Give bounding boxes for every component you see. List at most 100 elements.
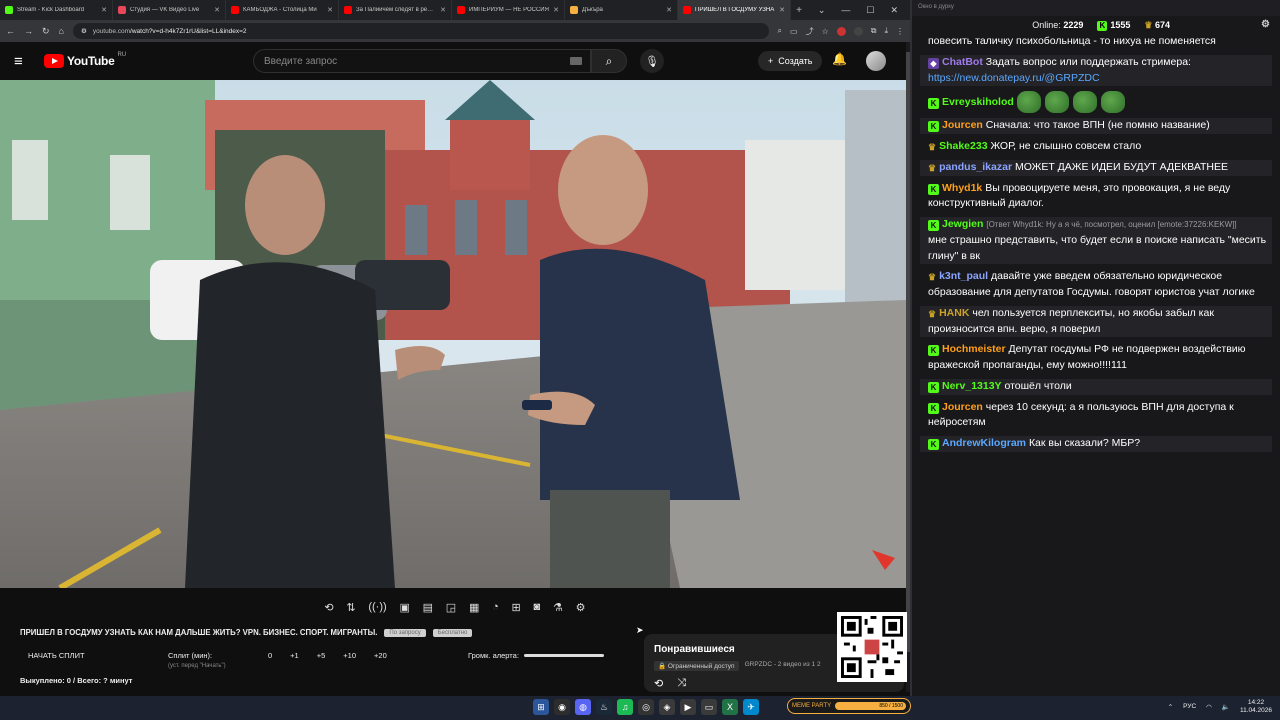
voice-search-button[interactable]: 🎙 <box>640 49 664 73</box>
chat-username[interactable]: Hochmeister <box>942 343 1006 355</box>
chat-username[interactable]: k3nt_paul <box>939 270 988 282</box>
puzzle-icon[interactable]: ⧉ <box>871 26 877 36</box>
share-icon[interactable]: ⤴ <box>806 26 814 37</box>
film-icon[interactable]: ▤ <box>423 601 433 614</box>
chat-messages[interactable]: повесить таличку психобольница - то ниху… <box>920 34 1272 690</box>
tab-close-icon[interactable]: ✕ <box>440 6 446 14</box>
steam-icon[interactable]: ♨ <box>596 699 612 715</box>
watch-later-icon[interactable]: ▣ <box>399 601 409 614</box>
tab-close-icon[interactable]: ✕ <box>779 6 785 14</box>
forward-icon[interactable]: → <box>24 26 33 36</box>
home-icon[interactable]: ⌂ <box>59 26 64 36</box>
tab-close-icon[interactable]: ✕ <box>214 6 220 14</box>
video-app-icon[interactable]: ▶ <box>680 699 696 715</box>
volume-icon[interactable]: 🔈 <box>1222 703 1230 711</box>
star-icon[interactable]: ☆ <box>822 27 829 36</box>
browser-tab[interactable]: ПРИШЕЛ В ГОСДУМУ УЗНА ✕ <box>678 0 791 20</box>
plus-box-icon[interactable]: ⊞ <box>512 601 521 614</box>
free-chip[interactable]: Бесплатно <box>432 628 473 637</box>
chat-username[interactable]: AndrewKilogram <box>942 437 1026 449</box>
loop-playlist-icon[interactable]: ⟲ <box>654 677 663 690</box>
start-split-button[interactable]: НАЧАТЬ СПЛИТ <box>28 651 168 660</box>
subtitles-icon[interactable]: ▦ <box>469 601 479 614</box>
flask-icon[interactable]: ⚗ <box>553 601 563 614</box>
wifi-icon[interactable]: ◠ <box>1206 703 1212 711</box>
url-field[interactable]: ⚙ youtube.com/watch?v=d-h4k7Zr1rU&list=L… <box>72 23 769 39</box>
chat-username[interactable]: HANK <box>939 307 969 319</box>
youtube-logo[interactable]: YouTube RU <box>44 52 126 68</box>
chrome-icon[interactable]: ◉ <box>554 699 570 715</box>
browser-tab[interactable]: КАМБОДЖА - Столица Ми ✕ <box>226 0 339 20</box>
discord-icon[interactable]: ◍ <box>575 699 591 715</box>
obs-icon[interactable]: ◎ <box>638 699 654 715</box>
tab-close-icon[interactable]: ✕ <box>327 6 333 14</box>
browser-tab[interactable]: Студия — VK Видео Live ✕ <box>113 0 226 20</box>
chat-settings-icon[interactable]: ⚙ <box>1261 19 1270 30</box>
site-info-icon[interactable]: ⚙ <box>81 27 87 35</box>
split-value-button[interactable]: 0 <box>268 651 272 660</box>
create-button[interactable]: + Создать <box>758 51 823 71</box>
settings-icon[interactable]: ⚙ <box>576 601 586 614</box>
menu-dots-icon[interactable]: ⋮ <box>896 27 904 36</box>
folder-icon[interactable]: ▭ <box>701 699 717 715</box>
chat-link[interactable]: https://new.donatepay.ru/@GRPZDC <box>928 72 1100 84</box>
chat-username[interactable]: Whyd1k <box>942 182 982 194</box>
split-value-button[interactable]: +1 <box>290 651 299 660</box>
video-title-row: ПРИШЕЛ В ГОСДУМУ УЗНАТЬ КАК НАМ ДАЛЬШЕ Ж… <box>20 628 640 637</box>
video-player[interactable] <box>0 80 906 588</box>
chat-username[interactable]: ChatBot <box>942 56 983 68</box>
back-icon[interactable]: ← <box>6 26 15 36</box>
user-avatar[interactable] <box>866 51 886 71</box>
split-value-button[interactable]: +20 <box>374 651 387 660</box>
download-icon[interactable]: ⤓ <box>884 26 888 36</box>
chevron-down-icon[interactable]: ⌄ <box>818 5 826 16</box>
extension-dark-icon[interactable] <box>853 26 863 36</box>
clock[interactable]: 14:22 11.04.2026 <box>1240 699 1272 715</box>
tab-close-icon[interactable]: ✕ <box>553 6 559 14</box>
browser-tab[interactable]: За Палиичем следят в реальн ✕ <box>339 0 452 20</box>
chat-username[interactable]: Nerv_1313Y <box>942 380 1002 392</box>
browser-tab[interactable]: Дъкъра ✕ <box>565 0 678 20</box>
camera-icon[interactable]: ◙ <box>534 601 541 613</box>
language-indicator[interactable]: РУС <box>1183 703 1196 710</box>
split-value-button[interactable]: +5 <box>317 651 326 660</box>
pip-icon[interactable]: ◲ <box>446 601 456 614</box>
tray-arrow-icon[interactable]: ⌃ <box>1168 703 1173 711</box>
shuffle-icon[interactable]: ⤨ <box>677 677 686 690</box>
new-tab-button[interactable]: + <box>791 0 807 20</box>
alert-volume-slider[interactable] <box>523 654 604 657</box>
browser-tab[interactable]: Stream - Kick Dashboard ✕ <box>0 0 113 20</box>
extension-red-icon[interactable] <box>836 26 846 36</box>
cast-icon[interactable]: ▭ <box>790 27 798 36</box>
chat-username[interactable]: Evreyskiholod <box>942 96 1014 108</box>
split-value-button[interactable]: +10 <box>343 651 356 660</box>
zoom-icon[interactable]: ⌕ <box>778 26 782 36</box>
reload-icon[interactable]: ↻ <box>42 26 50 37</box>
request-chip[interactable]: По запросу <box>384 628 426 637</box>
minimize-icon[interactable]: — <box>841 5 850 15</box>
search-input[interactable]: Введите запрос <box>253 49 591 73</box>
speed-icon[interactable]: ◔ <box>492 601 499 613</box>
spotify-icon[interactable]: ♫ <box>617 699 633 715</box>
tab-close-icon[interactable]: ✕ <box>101 6 107 14</box>
hamburger-menu-icon[interactable]: ≡ <box>14 53 34 70</box>
maximize-icon[interactable]: ☐ <box>866 5 874 16</box>
notifications-bell-icon[interactable]: 🔔 <box>832 52 847 66</box>
excel-icon[interactable]: X <box>722 699 738 715</box>
loop-icon[interactable]: ⟲ <box>324 601 333 614</box>
windows-start-icon[interactable]: ⊞ <box>533 699 549 715</box>
telegram-icon[interactable]: ✈ <box>743 699 759 715</box>
keyboard-icon[interactable] <box>570 57 582 65</box>
chat-username[interactable]: Shake233 <box>939 140 987 152</box>
close-icon[interactable]: ✕ <box>890 5 898 16</box>
chat-username[interactable]: Jewgien <box>942 218 983 230</box>
browser-tab[interactable]: ИМПЕРИУМ — НЕ РОССИЯ ✕ <box>452 0 565 20</box>
broadcast-icon[interactable]: ((·)) <box>368 601 386 613</box>
chat-username[interactable]: Jourcen <box>942 401 983 413</box>
chat-username[interactable]: pandus_ikazar <box>939 161 1012 173</box>
search-button[interactable]: ⌕ <box>591 49 627 73</box>
tab-close-icon[interactable]: ✕ <box>666 6 672 14</box>
chat-username[interactable]: Jourcen <box>942 119 983 131</box>
sort-icon[interactable]: ⇅ <box>346 601 355 614</box>
game-controller-icon[interactable]: ◈ <box>659 699 675 715</box>
